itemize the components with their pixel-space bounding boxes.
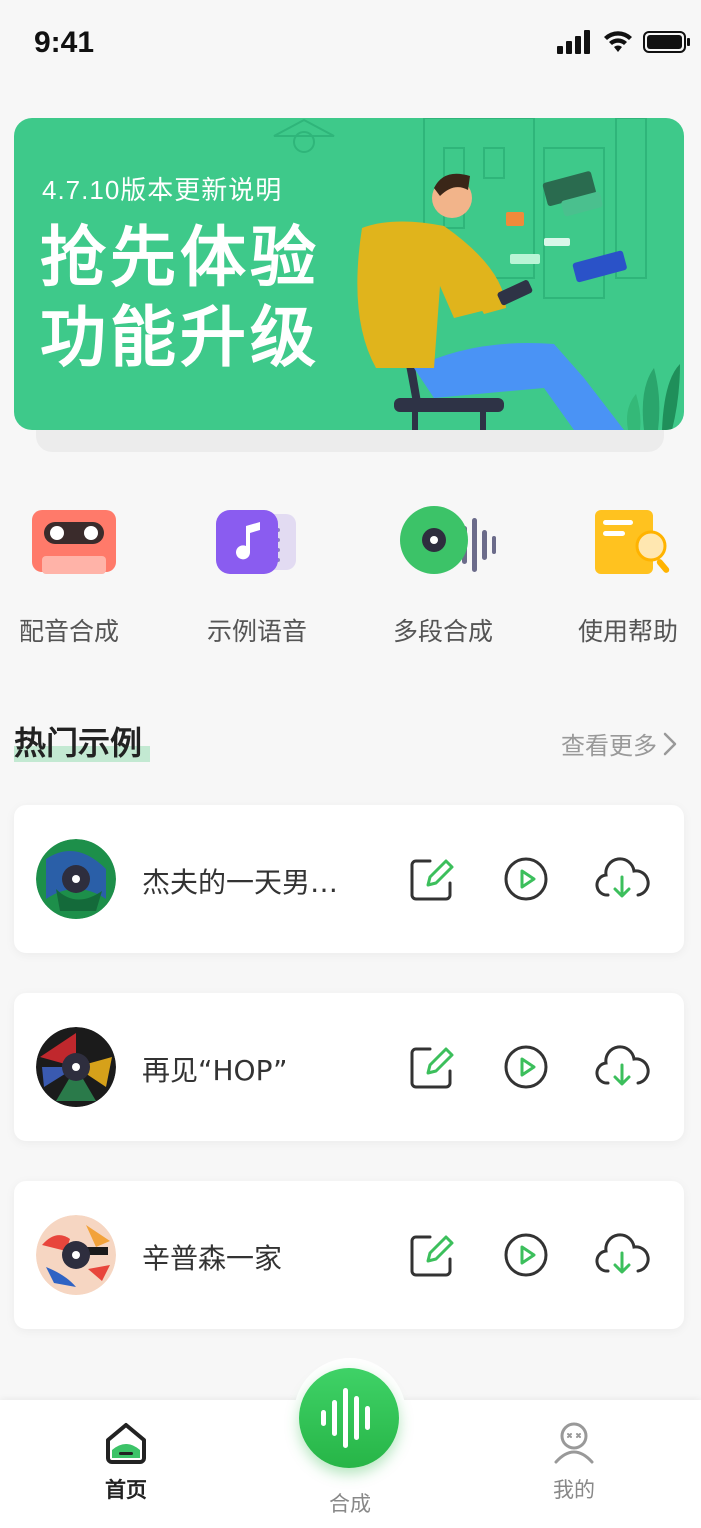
- cloud-download-icon: [595, 857, 650, 898]
- tab-mine-label: 我的: [553, 1478, 595, 1502]
- play-icon: [504, 1233, 548, 1277]
- example-card[interactable]: 杰夫的一天男…: [14, 805, 684, 953]
- tab-home[interactable]: 首页: [66, 1420, 186, 1504]
- quick-action-dubbing[interactable]: 配音合成: [0, 500, 144, 648]
- tab-mine[interactable]: 我的: [514, 1420, 634, 1504]
- view-more-link[interactable]: 查看更多: [561, 726, 679, 761]
- edit-icon: [410, 859, 454, 901]
- quick-action-label: 示例语音: [206, 617, 307, 646]
- play-icon: [504, 857, 548, 901]
- edit-icon: [410, 1235, 454, 1277]
- document-search-icon: [573, 500, 683, 590]
- section-title: 热门示例: [14, 724, 143, 762]
- home-icon: [106, 1423, 146, 1464]
- example-card[interactable]: 再见“HOP”: [14, 993, 684, 1141]
- play-button[interactable]: [502, 855, 550, 903]
- quick-actions: 配音合成 示例语音 多段合成 使用帮助: [0, 500, 701, 670]
- album-cover: [36, 1215, 116, 1295]
- waveform-icon: [321, 1388, 370, 1448]
- view-more-label: 查看更多: [561, 732, 657, 760]
- album-cover: [36, 839, 116, 919]
- status-icons: [557, 30, 691, 54]
- chevron-right-icon: [663, 732, 677, 755]
- example-title: 再见“HOP”: [142, 1054, 288, 1087]
- banner-illustration: [273, 118, 680, 430]
- edit-button[interactable]: [408, 855, 456, 903]
- tab-home-label: 首页: [105, 1478, 147, 1502]
- album-cover: [36, 1027, 116, 1107]
- status-time: 9:41: [34, 26, 95, 59]
- quick-action-samples[interactable]: 示例语音: [182, 500, 332, 648]
- example-title: 杰夫的一天男…: [142, 866, 339, 899]
- quick-action-label: 使用帮助: [577, 617, 678, 646]
- play-icon: [504, 1045, 548, 1089]
- download-button[interactable]: [594, 855, 650, 903]
- cloud-download-icon: [595, 1045, 650, 1086]
- play-button[interactable]: [502, 1043, 550, 1091]
- edit-button[interactable]: [408, 1231, 456, 1279]
- tab-synth-label: 合成: [329, 1492, 371, 1516]
- user-icon: [554, 1422, 594, 1464]
- update-banner[interactable]: 4.7.10版本更新说明 抢先体验 功能升级: [14, 118, 684, 430]
- synthesize-fab[interactable]: [299, 1368, 399, 1468]
- quick-action-multi[interactable]: 多段合成: [368, 500, 518, 648]
- download-button[interactable]: [594, 1043, 650, 1091]
- edit-button[interactable]: [408, 1043, 456, 1091]
- wifi-icon: [604, 31, 632, 52]
- quick-action-label: 配音合成: [18, 617, 119, 646]
- battery-icon: [643, 31, 690, 53]
- quick-action-help[interactable]: 使用帮助: [553, 500, 701, 648]
- cassette-icon: [14, 500, 124, 590]
- cloud-download-icon: [595, 1233, 650, 1274]
- signal-icon: [557, 30, 590, 54]
- example-title: 辛普森一家: [142, 1242, 283, 1275]
- status-bar: 9:41: [0, 0, 701, 88]
- example-card[interactable]: 辛普森一家: [14, 1181, 684, 1329]
- play-button[interactable]: [502, 1231, 550, 1279]
- quick-action-label: 多段合成: [392, 617, 493, 646]
- tab-synth[interactable]: 合成: [290, 1484, 410, 1518]
- music-note-icon: [202, 500, 312, 590]
- download-button[interactable]: [594, 1231, 650, 1279]
- record-waveform-icon: [388, 500, 498, 590]
- edit-icon: [410, 1047, 454, 1089]
